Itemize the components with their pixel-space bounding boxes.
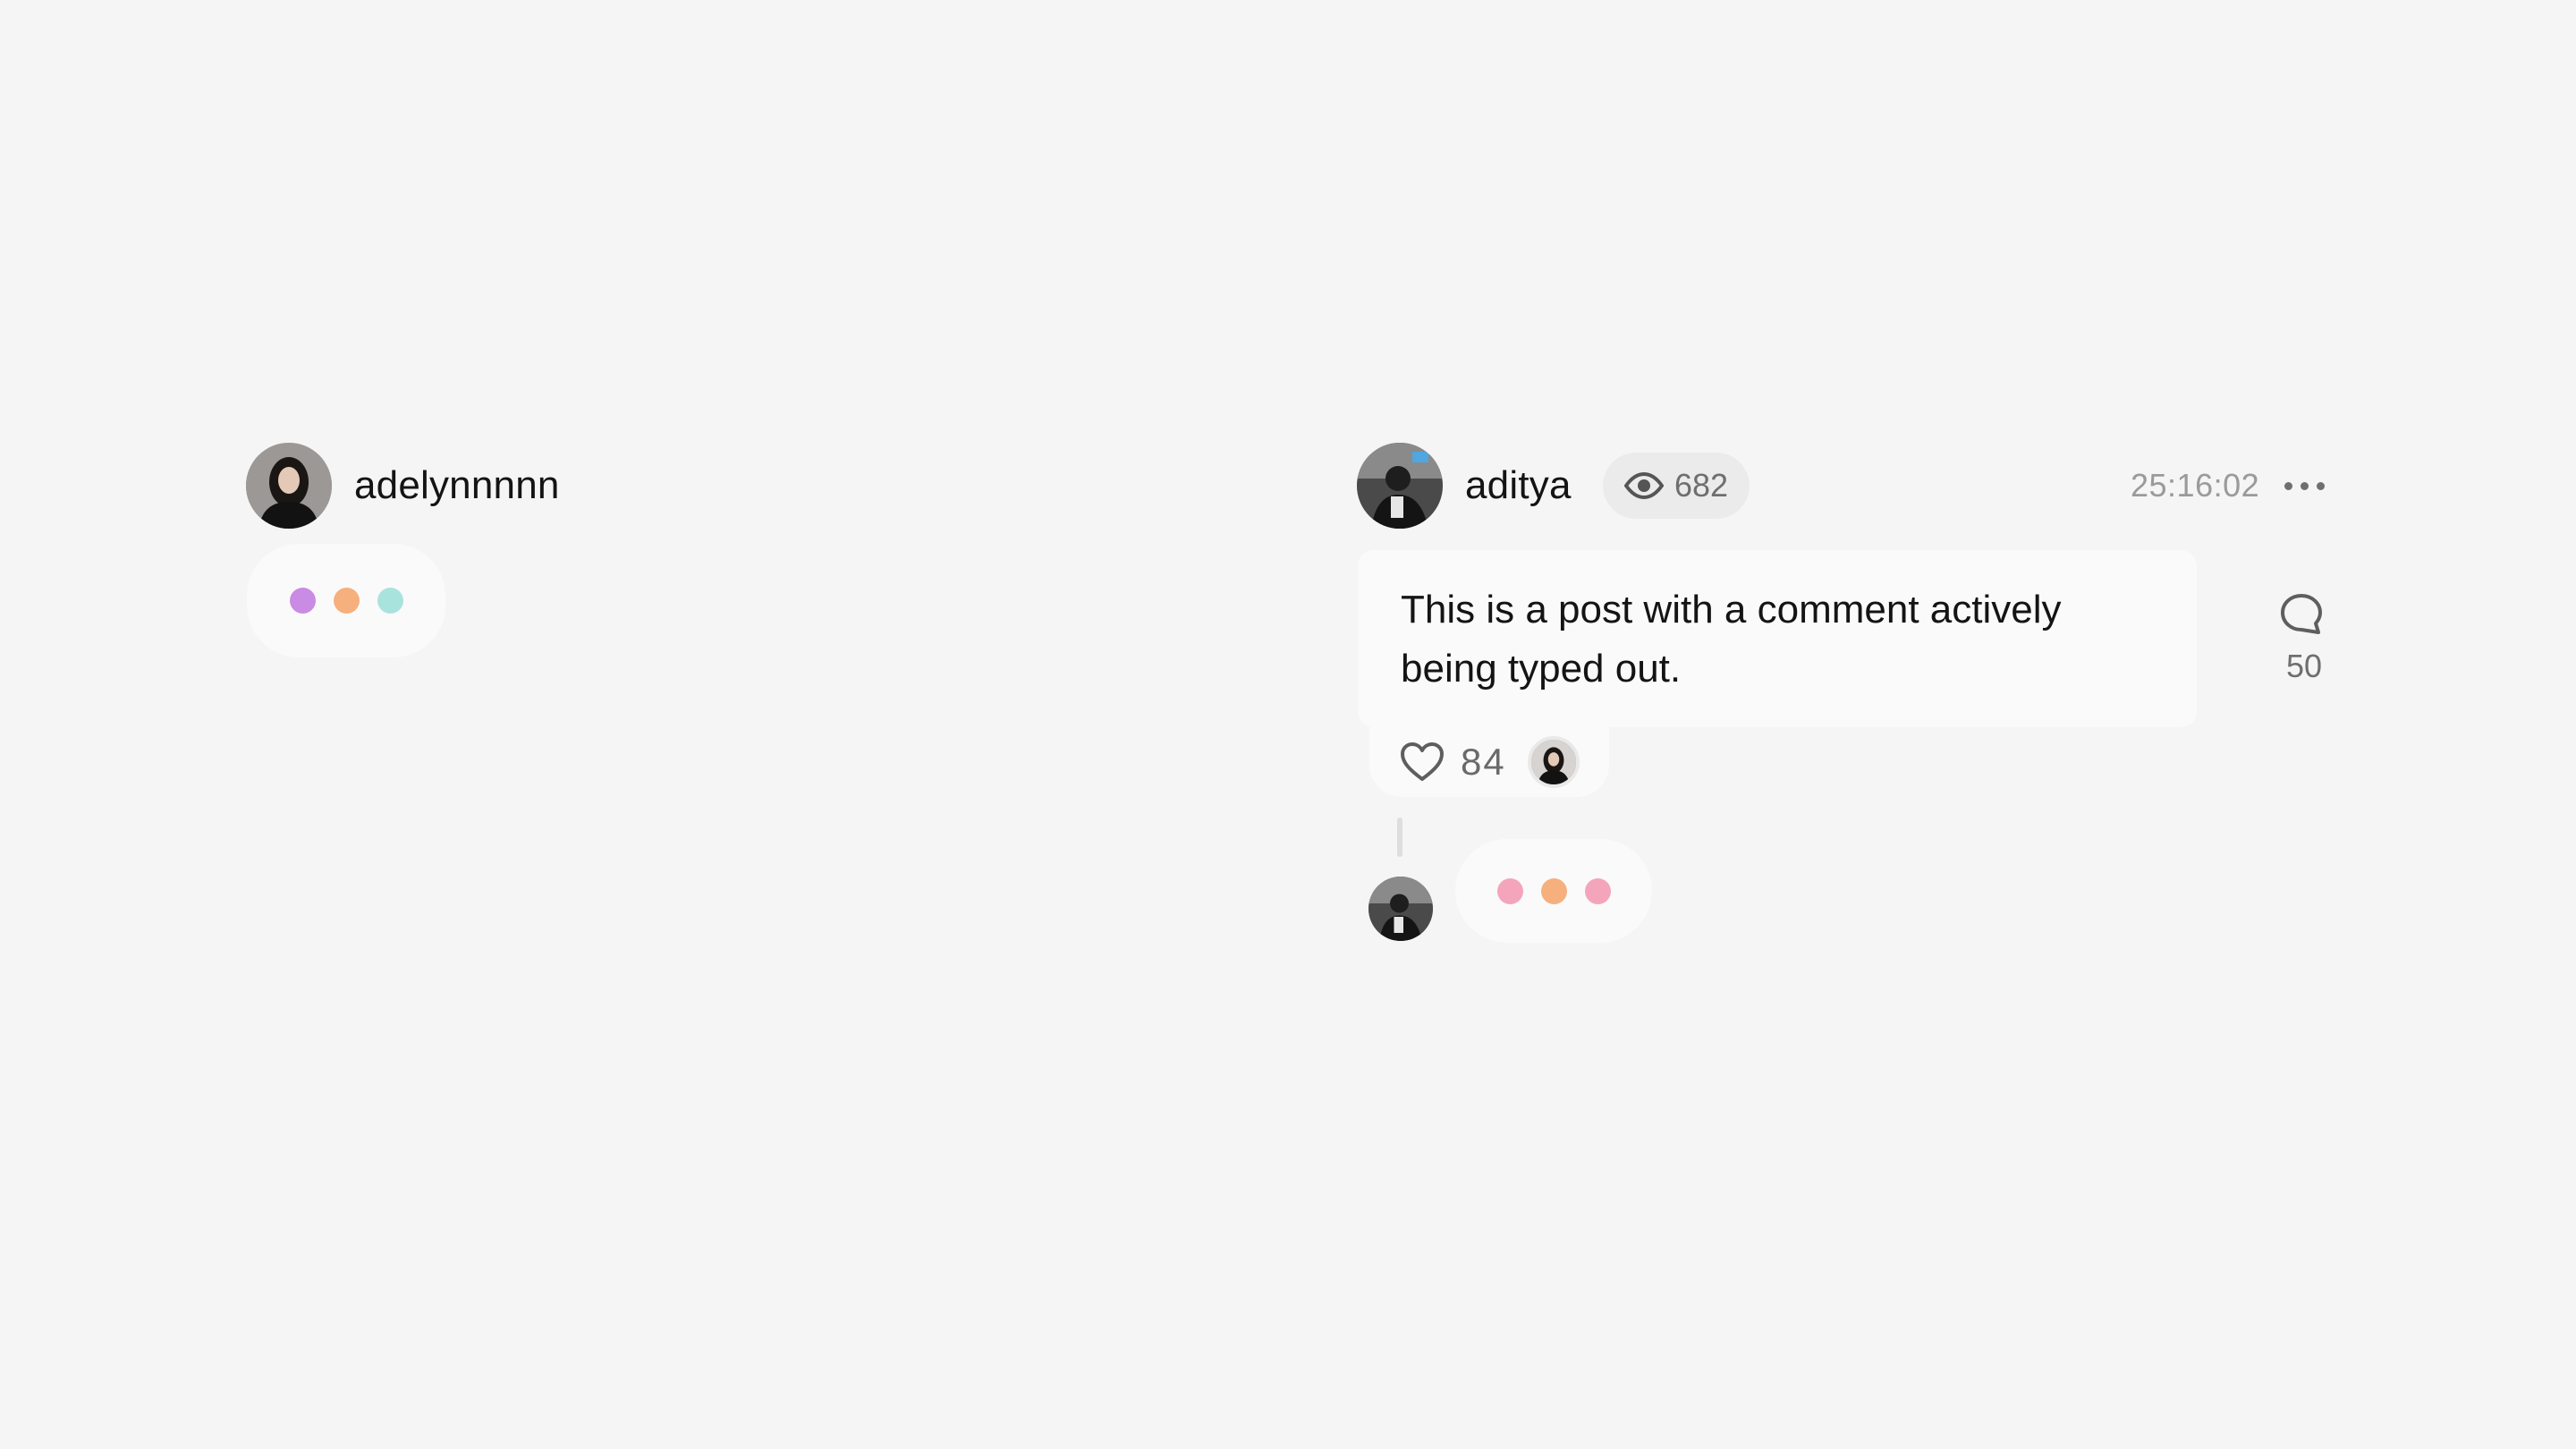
typing-dot-2	[333, 588, 360, 614]
post-text-line-2: being typed out.	[1401, 647, 1682, 691]
more-dot	[2317, 481, 2325, 490]
reply-avatar-aditya[interactable]	[1368, 877, 1433, 941]
avatar-aditya[interactable]	[1357, 443, 1443, 529]
man-portrait-icon	[1368, 877, 1433, 941]
more-dot	[2284, 481, 2292, 490]
likes-bar: 84	[1369, 727, 1609, 797]
username-adelynnnnn[interactable]: adelynnnnn	[354, 463, 560, 508]
heart-icon[interactable]	[1400, 741, 1445, 783]
post-text-line-1: This is a post with a comment actively	[1401, 588, 2062, 631]
comment-button[interactable]	[2279, 592, 2329, 637]
typing-indicator-bubble	[247, 544, 445, 657]
woman-portrait-icon	[246, 443, 332, 529]
typing-dot-1	[1496, 877, 1523, 904]
liker-avatar[interactable]	[1527, 736, 1580, 788]
post-content-card: This is a post with a comment actively b…	[1358, 550, 2197, 727]
more-dot	[2301, 481, 2309, 490]
man-portrait-icon	[1357, 443, 1443, 529]
reply-typing-indicator	[1455, 839, 1652, 943]
post-timestamp: 25:16:02	[2131, 467, 2260, 504]
thread-connector	[1397, 818, 1402, 857]
views-count: 682	[1674, 467, 1729, 504]
woman-portrait-icon	[1530, 740, 1576, 784]
typing-dot-1	[289, 588, 316, 614]
avatar-adelynnnnn[interactable]	[246, 443, 332, 529]
likes-count: 84	[1461, 741, 1506, 783]
more-options-button[interactable]	[2284, 474, 2325, 497]
typing-dot-3	[1584, 877, 1611, 904]
username-aditya[interactable]: aditya	[1465, 463, 1572, 508]
comments-count: 50	[2285, 648, 2323, 684]
typing-dot-2	[1540, 877, 1567, 904]
comment-bubble-icon	[2281, 594, 2322, 634]
views-badge: 682	[1603, 453, 1750, 519]
eye-icon	[1624, 472, 1664, 499]
typing-dot-3	[377, 588, 403, 614]
